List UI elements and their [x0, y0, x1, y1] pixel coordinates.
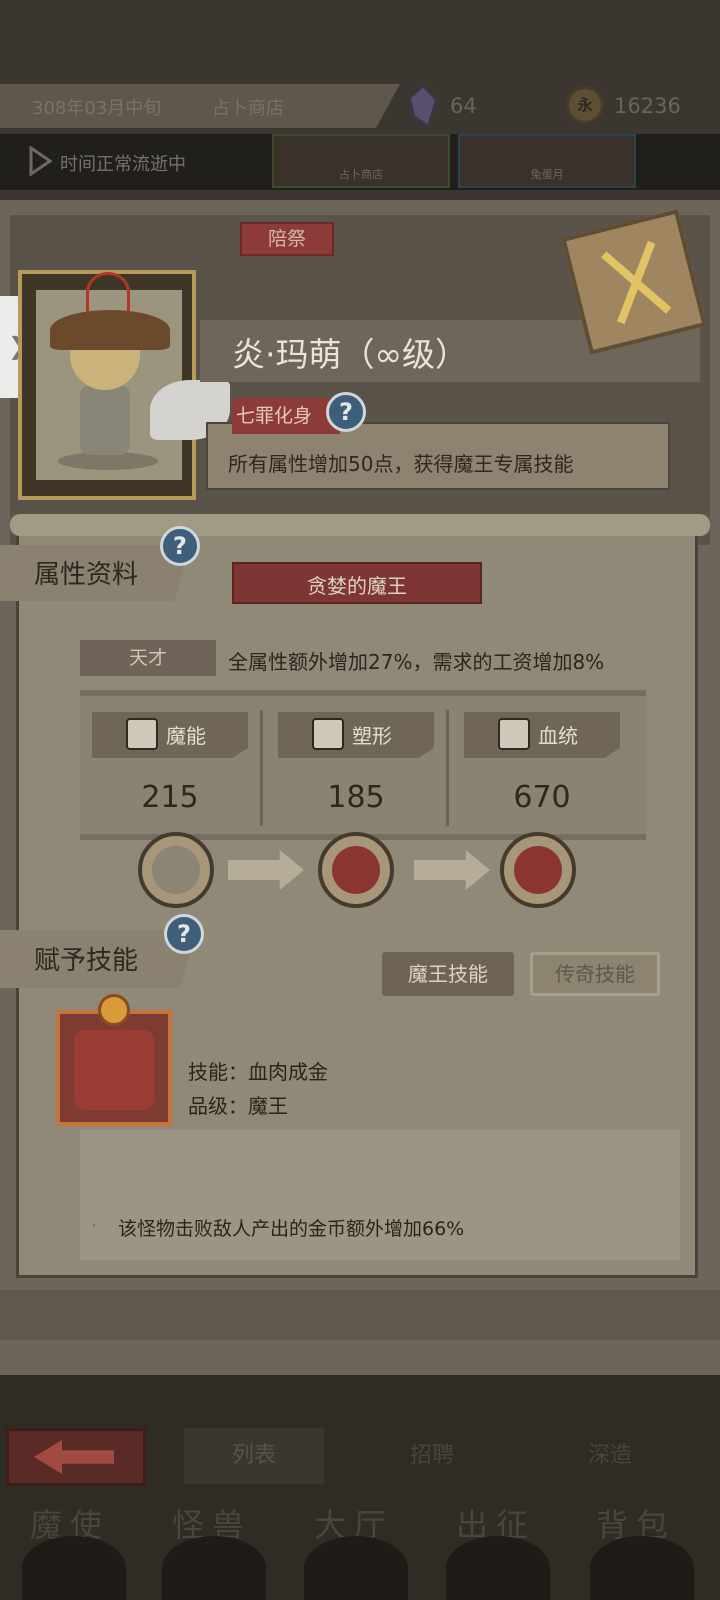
close-icon-stroke [601, 251, 672, 314]
bullet: · [92, 1218, 97, 1234]
character-name: 炎·玛萌（∞级） [232, 335, 468, 374]
legend-skill-button[interactable]: 传奇技能 [530, 952, 660, 996]
evolution-stage-3[interactable] [500, 832, 576, 908]
class-name: 贪婪的魔王 [307, 574, 407, 598]
magic-claw-icon [126, 718, 158, 750]
thumbnail-label: 兔蛋月 [530, 168, 564, 181]
tab-peiji[interactable]: 陪祭 [240, 222, 334, 256]
demon-grade-icon [98, 994, 130, 1026]
stat-label: 塑形 [352, 724, 392, 748]
game-date: 308年03月中旬 [32, 98, 162, 119]
talent-description: 全属性额外增加27%，需求的工资增加8% [228, 650, 605, 674]
stat-value-bloodline: 670 [513, 780, 571, 815]
title-description: 所有属性增加50点，获得魔王专属技能 [228, 452, 574, 476]
title-tag: 七罪化身 [232, 398, 340, 434]
expedition-icon[interactable] [446, 1536, 550, 1600]
stat-shape: 塑形 [278, 712, 434, 758]
attributes-title: 属性资料 [34, 560, 139, 590]
flame-demon-icon [514, 846, 562, 894]
stat-magic: 魔能 [92, 712, 248, 758]
coin-icon: 永 [566, 86, 604, 124]
subtab-advance[interactable]: 深造 [540, 1428, 680, 1484]
stat-divider [446, 710, 449, 826]
stat-value-shape: 185 [327, 780, 385, 815]
subtab-list[interactable]: 列表 [184, 1428, 324, 1484]
coin-count: 16236 [614, 94, 681, 118]
crystal-count: 64 [450, 94, 477, 118]
demon-skill-button[interactable]: 魔王技能 [382, 952, 514, 996]
help-icon[interactable]: ? [160, 526, 200, 566]
backpack-icon[interactable] [590, 1536, 694, 1600]
thumbnail-label: 占卜商店 [339, 168, 383, 181]
stat-label: 魔能 [166, 724, 206, 748]
hooded-figure-icon [152, 846, 200, 894]
flame-demon-icon [332, 846, 380, 894]
flesh-to-gold-skill-icon [74, 1030, 154, 1110]
skill-description: 该怪物击败敌人产出的金币额外增加66% [118, 1218, 465, 1240]
skill-grade: 品级：魔王 [188, 1094, 288, 1118]
evolution-stage-2[interactable] [318, 832, 394, 908]
subtab-recruit[interactable]: 招聘 [362, 1428, 502, 1484]
event-thumbnail-shop[interactable]: 占卜商店 [272, 134, 450, 188]
help-icon[interactable]: ? [326, 392, 366, 432]
monster-icon[interactable] [162, 1536, 266, 1600]
coin-icon-glyph: 永 [577, 96, 593, 114]
time-status: 时间正常流逝中 [60, 154, 186, 175]
stat-bloodline: 血统 [464, 712, 620, 758]
help-icon[interactable]: ? [164, 914, 204, 954]
stat-divider [260, 710, 263, 826]
body-shape-icon [312, 718, 344, 750]
evolution-stage-1[interactable] [138, 832, 214, 908]
character-body [80, 385, 130, 455]
play-icon[interactable] [28, 146, 52, 176]
stat-value-magic: 215 [141, 780, 199, 815]
skill-name: 技能：血肉成金 [188, 1060, 328, 1084]
character-hat [50, 310, 170, 350]
envoy-icon[interactable] [22, 1536, 126, 1600]
skills-title: 赋予技能 [34, 946, 139, 976]
crystal-icon [408, 86, 438, 126]
trident-horns [86, 272, 130, 312]
hall-icon[interactable] [304, 1536, 408, 1600]
bloodline-icon [498, 718, 530, 750]
event-thumbnail-moon[interactable]: 兔蛋月 [458, 134, 636, 188]
current-location: 占卜商店 [212, 98, 284, 119]
scroll-top-edge [10, 514, 710, 536]
stat-label: 血统 [538, 724, 578, 748]
talent-tag: 天才 [80, 640, 216, 676]
decorative-band [0, 1290, 720, 1340]
